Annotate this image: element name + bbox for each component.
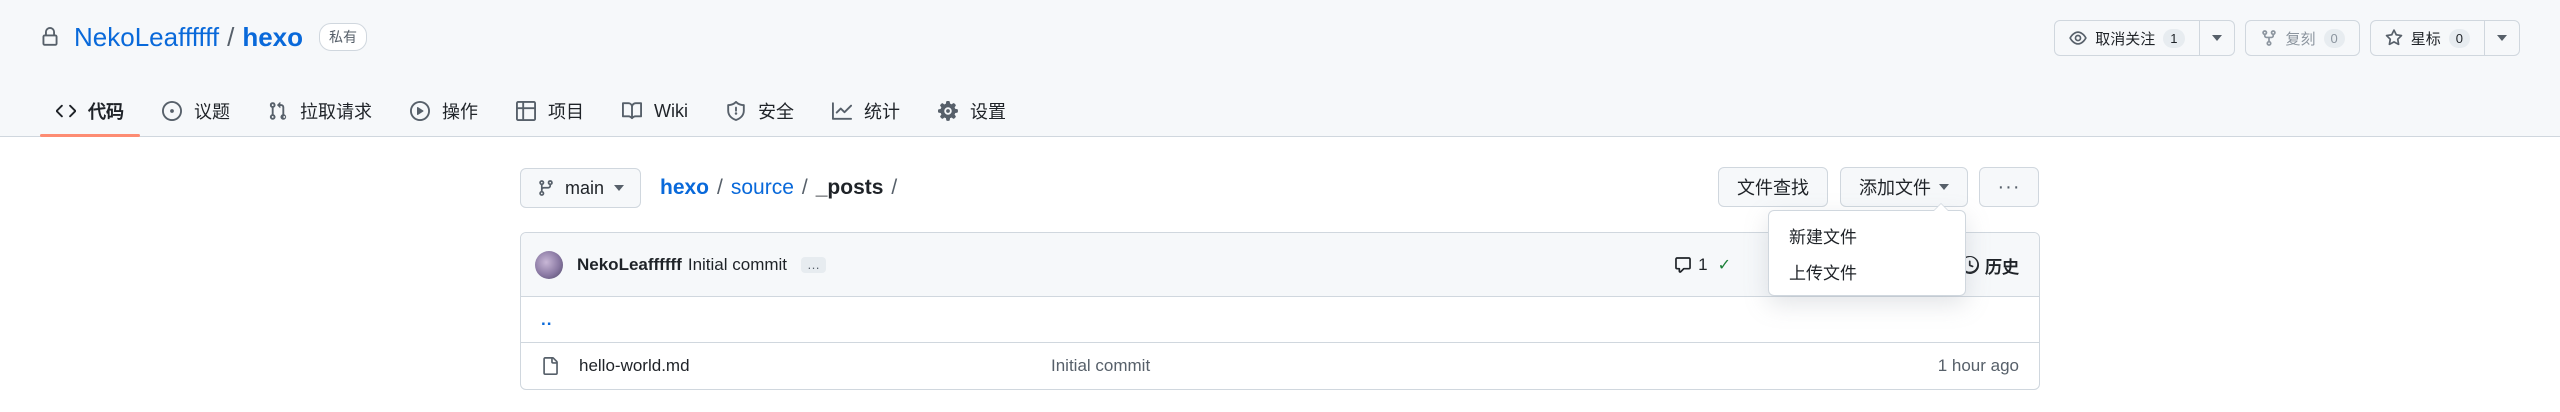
repo-separator: / bbox=[227, 21, 235, 52]
watch-count: 1 bbox=[2163, 28, 2185, 48]
repo-owner-link[interactable]: NekoLeaffffff bbox=[74, 22, 219, 53]
branch-name: main bbox=[565, 177, 605, 198]
pull-request-icon bbox=[269, 102, 287, 120]
tab-projects[interactable]: 项目 bbox=[500, 86, 600, 136]
fork-label: 复刻 bbox=[2285, 30, 2316, 48]
breadcrumb-root-link[interactable]: hexo bbox=[660, 176, 709, 200]
visibility-badge: 私有 bbox=[319, 23, 367, 51]
star-icon bbox=[2385, 29, 2403, 46]
commit-message[interactable]: Initial commit bbox=[688, 255, 787, 275]
check-icon: ✓ bbox=[1717, 257, 1731, 274]
tab-wiki[interactable]: Wiki bbox=[606, 86, 704, 136]
tab-label: 操作 bbox=[442, 102, 478, 122]
fork-icon bbox=[2261, 30, 2276, 46]
menu-item-upload-files[interactable]: 上传文件 bbox=[1769, 253, 1965, 289]
caret-down-icon bbox=[1939, 184, 1949, 190]
tab-label: 拉取请求 bbox=[300, 102, 372, 122]
file-commit-message[interactable]: Initial commit bbox=[1051, 356, 1150, 376]
menu-item-new-file[interactable]: 新建文件 bbox=[1769, 217, 1965, 253]
shield-icon bbox=[727, 101, 745, 121]
code-icon bbox=[56, 104, 76, 118]
tab-code[interactable]: 代码 bbox=[40, 86, 140, 137]
tab-security[interactable]: 安全 bbox=[710, 86, 810, 136]
star-button[interactable]: 星标 0 bbox=[2369, 20, 2520, 56]
star-count: 0 bbox=[2448, 28, 2470, 48]
tab-label: Wiki bbox=[654, 100, 688, 121]
parent-directory-link[interactable]: .. bbox=[541, 310, 552, 330]
lock-icon bbox=[42, 27, 58, 46]
tab-label: 设置 bbox=[970, 102, 1006, 122]
caret-down-icon bbox=[614, 185, 625, 191]
repo-header: NekoLeaffffff / hexo 私有 取消关注 1 复刻 0 星标 0… bbox=[0, 0, 2560, 137]
find-file-button[interactable]: 文件查找 bbox=[1718, 167, 1828, 207]
comment-count-value: 1 bbox=[1698, 255, 1708, 274]
tab-settings[interactable]: 设置 bbox=[922, 86, 1022, 136]
watch-dropdown-toggle[interactable] bbox=[2198, 21, 2234, 55]
history-link[interactable]: 历史 bbox=[1961, 253, 2019, 278]
parent-directory-row[interactable]: .. bbox=[521, 297, 2039, 343]
tab-pull-requests[interactable]: 拉取请求 bbox=[252, 86, 388, 136]
branch-icon bbox=[539, 180, 553, 196]
tab-issues[interactable]: 议题 bbox=[146, 86, 246, 136]
history-label: 历史 bbox=[1985, 257, 2019, 277]
watch-button[interactable]: 取消关注 1 bbox=[2054, 20, 2235, 56]
breadcrumb: hexo / source / _posts / bbox=[660, 175, 897, 201]
add-file-menu: 新建文件 上传文件 bbox=[1768, 203, 1966, 296]
book-icon bbox=[622, 102, 642, 120]
repo-nav: 代码 议题 拉取请求 操作 项目 Wiki 安全 统计 设置 bbox=[40, 86, 1022, 137]
tab-actions[interactable]: 操作 bbox=[394, 86, 494, 136]
breadcrumb-separator: / bbox=[717, 176, 723, 199]
issue-icon bbox=[162, 101, 182, 121]
avatar[interactable] bbox=[535, 250, 563, 279]
caret-down-icon bbox=[2497, 35, 2507, 41]
tab-label: 统计 bbox=[864, 102, 900, 122]
table-icon bbox=[516, 101, 536, 121]
star-dropdown-toggle[interactable] bbox=[2484, 21, 2519, 55]
fork-button[interactable]: 复刻 0 bbox=[2244, 20, 2360, 56]
repo-title: NekoLeaffffff / hexo 私有 bbox=[40, 20, 367, 54]
breadcrumb-current: _posts bbox=[815, 176, 884, 199]
breadcrumb-separator: / bbox=[801, 176, 808, 199]
commit-author[interactable]: NekoLeaffffff bbox=[577, 255, 682, 275]
tab-insights[interactable]: 统计 bbox=[816, 86, 916, 136]
caret-down-icon bbox=[2211, 35, 2222, 41]
eye-icon bbox=[2069, 31, 2087, 45]
more-options-button[interactable]: ··· bbox=[1979, 167, 2039, 207]
repo-name-link[interactable]: hexo bbox=[242, 22, 303, 53]
star-label: 星标 bbox=[2410, 30, 2441, 48]
tab-label: 项目 bbox=[548, 102, 584, 122]
file-name-link[interactable]: hello-world.md bbox=[579, 356, 1051, 376]
breadcrumb-folder-link[interactable]: source bbox=[731, 176, 794, 200]
fork-count: 0 bbox=[2323, 28, 2345, 48]
gear-icon bbox=[938, 101, 958, 121]
graph-icon bbox=[832, 102, 852, 120]
watch-label: 取消关注 bbox=[2095, 30, 2156, 48]
add-file-button[interactable]: 添加文件 bbox=[1840, 167, 1968, 207]
commit-expand-button[interactable]: … bbox=[801, 256, 827, 273]
add-file-label: 添加文件 bbox=[1859, 178, 1931, 198]
comment-icon bbox=[1675, 257, 1691, 273]
file-icon bbox=[543, 357, 558, 375]
play-icon bbox=[410, 101, 430, 121]
file-age: 1 hour ago bbox=[1937, 356, 2019, 375]
tab-label: 安全 bbox=[758, 102, 794, 122]
breadcrumb-separator: / bbox=[891, 176, 898, 199]
comment-count[interactable]: 1 ✓ bbox=[1674, 255, 1731, 275]
repo-actions: 取消关注 1 复刻 0 星标 0 bbox=[2054, 20, 2520, 56]
tab-label: 议题 bbox=[194, 102, 230, 122]
branch-selector[interactable]: main bbox=[520, 168, 642, 208]
table-row[interactable]: hello-world.md Initial commit 1 hour ago bbox=[521, 343, 2039, 389]
tab-label: 代码 bbox=[88, 102, 124, 122]
